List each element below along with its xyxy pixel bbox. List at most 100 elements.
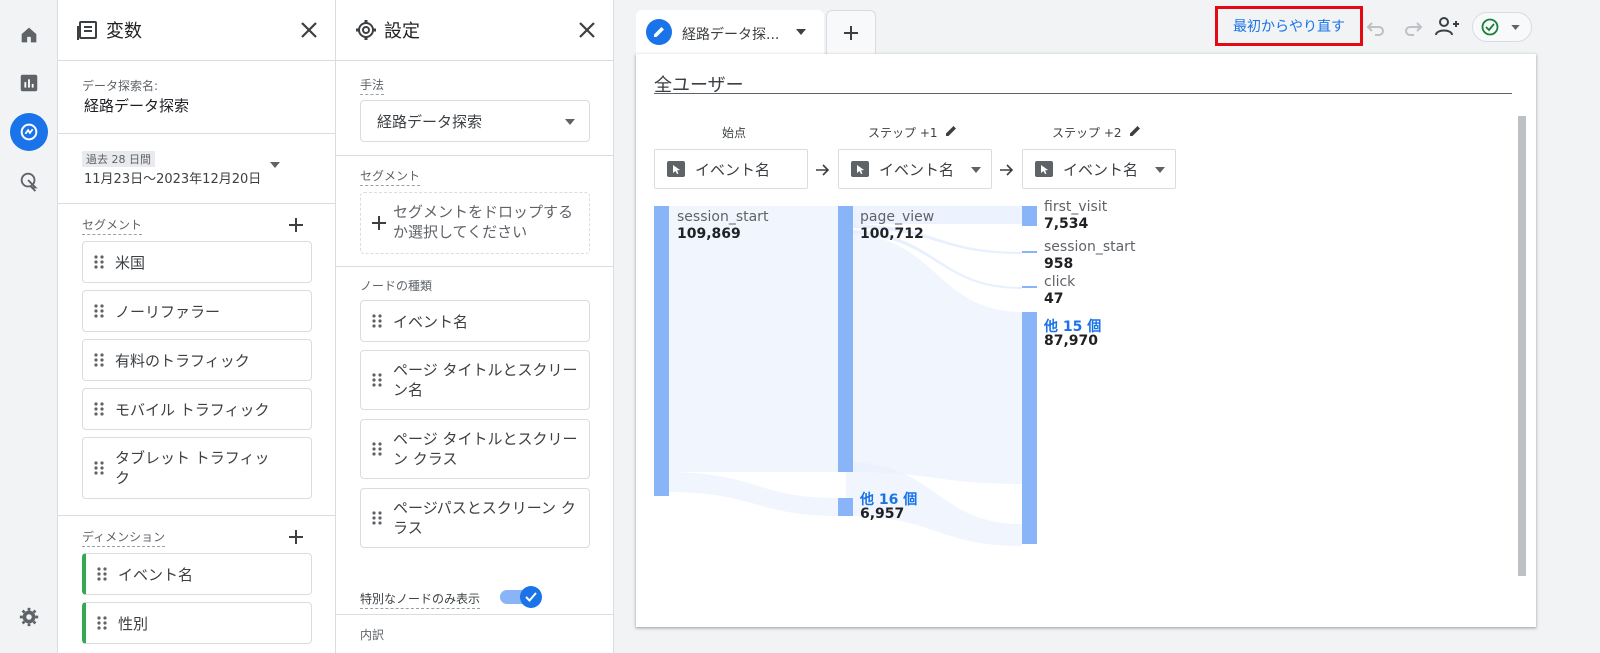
node-type-chip[interactable]: ページ タイトルとスクリーン クラス — [360, 419, 590, 479]
check-icon — [525, 592, 537, 602]
technique-label: 手法 — [360, 76, 385, 95]
node-value: 100,712 — [860, 226, 924, 242]
tab-exploration[interactable]: 経路データ探... — [636, 10, 824, 54]
node-bar-other-15[interactable] — [1022, 312, 1037, 544]
node-bar-session-start-2[interactable] — [1022, 251, 1037, 253]
segment-chip[interactable]: タブレット トラフィック — [82, 437, 312, 499]
unique-nodes-toggle[interactable] — [500, 586, 542, 608]
settings-title: 設定 — [384, 21, 420, 42]
plus-icon — [372, 216, 386, 230]
settings-panel: 設定 手法 経路データ探索 セグメント セグメントをドロップするか選択してくださ… — [336, 0, 614, 653]
flow-start-pageview — [666, 206, 838, 472]
drag-handle-icon[interactable] — [83, 401, 115, 417]
dimension-selector[interactable]: イベント名 — [1022, 149, 1176, 189]
node-name: session_start — [1044, 239, 1136, 255]
variables-title: 変数 — [106, 21, 142, 42]
date-badge: 過去 28 日間 — [82, 151, 155, 167]
dimension-label: イベント名 — [879, 160, 955, 179]
segment-drop-zone[interactable]: セグメントをドロップするか選択してください — [360, 192, 590, 254]
node-bar-click[interactable] — [1022, 286, 1037, 288]
home-icon[interactable] — [10, 16, 48, 54]
node-type-chip[interactable]: ページ タイトルとスクリーン名 — [360, 350, 590, 410]
chevron-down-icon — [1511, 25, 1520, 30]
dimension-selector[interactable]: イベント名 — [654, 149, 808, 189]
close-icon[interactable] — [297, 18, 321, 42]
node-type-label: ノードの種類 — [360, 279, 433, 293]
variables-icon — [77, 21, 97, 40]
node-bar-other-16[interactable] — [838, 498, 853, 516]
node-value: 7,534 — [1044, 216, 1089, 232]
pencil-icon — [646, 19, 672, 45]
reports-icon[interactable] — [10, 64, 48, 102]
drag-handle-icon[interactable] — [361, 372, 393, 388]
variables-header: 変数 — [58, 0, 335, 61]
node-type-chip[interactable]: ページパスとスクリーン クラス — [360, 488, 590, 548]
undo-icon[interactable] — [1366, 17, 1386, 37]
exploration-canvas: 経路データ探... 最初からやり直す 全ユーザー 始点 ステップ +1 ステップ — [636, 0, 1600, 653]
add-tab-button[interactable] — [826, 10, 876, 54]
node-type-label: イベント名 — [393, 312, 469, 331]
divider — [58, 203, 335, 204]
column-label: 始点 — [722, 126, 747, 140]
chevron-down-icon[interactable] — [796, 29, 806, 35]
node-type-chip[interactable]: イベント名 — [360, 300, 590, 342]
close-icon[interactable] — [575, 18, 599, 42]
node-value: 87,970 — [1044, 333, 1099, 349]
node-bar-first-visit[interactable] — [1022, 206, 1037, 226]
pencil-icon[interactable] — [944, 124, 958, 138]
node-bar-page-view[interactable] — [838, 206, 853, 472]
add-dimension-button[interactable] — [286, 527, 306, 547]
node-name: session_start — [677, 209, 769, 225]
advertising-icon[interactable] — [10, 162, 48, 200]
column-label: ステップ +2 — [1052, 126, 1122, 140]
drag-handle-icon[interactable] — [83, 303, 115, 319]
exploration-name[interactable]: 経路データ探索 — [84, 95, 189, 116]
drag-handle-icon[interactable] — [86, 615, 118, 631]
divider — [58, 515, 335, 516]
drag-handle-icon[interactable] — [361, 510, 393, 526]
dimension-label: イベント名 — [1063, 160, 1139, 179]
pencil-icon[interactable] — [1128, 124, 1142, 138]
dimension-chip[interactable]: イベント名 — [82, 553, 312, 595]
drag-handle-icon[interactable] — [83, 460, 115, 476]
cursor-icon — [1035, 161, 1053, 177]
redo-icon[interactable] — [1403, 17, 1423, 37]
scrollbar[interactable] — [1518, 116, 1526, 576]
drag-handle-icon[interactable] — [83, 254, 115, 270]
dimension-chip[interactable]: 性別 — [82, 602, 312, 644]
dimension-label: 性別 — [118, 614, 149, 633]
gear-icon — [356, 20, 376, 40]
flow-start-other — [666, 472, 838, 516]
drag-handle-icon[interactable] — [83, 352, 115, 368]
chevron-down-icon — [565, 119, 575, 125]
drag-handle-icon[interactable] — [361, 441, 393, 457]
exploration-name-label: データ探索名: — [82, 79, 159, 93]
restart-label: 最初からやり直す — [1233, 19, 1345, 35]
restart-button[interactable]: 最初からやり直す — [1215, 6, 1363, 46]
dimension-selector[interactable]: イベント名 — [838, 149, 992, 189]
node-type-label: ページ タイトルとスクリーン クラス — [393, 430, 578, 468]
segment-chip[interactable]: 米国 — [82, 241, 312, 283]
segment-label: 有料のトラフィック — [115, 351, 250, 370]
drag-handle-icon[interactable] — [86, 566, 118, 582]
node-bar-session-start[interactable] — [654, 206, 669, 496]
toggle-knob — [520, 586, 542, 608]
add-segment-button[interactable] — [286, 215, 306, 235]
segment-chip[interactable]: モバイル トラフィック — [82, 388, 312, 430]
explore-icon[interactable] — [10, 113, 48, 151]
cursor-icon — [667, 161, 685, 177]
divider — [336, 266, 613, 267]
gear-icon[interactable] — [10, 598, 48, 636]
arrow-right-icon — [816, 164, 830, 176]
drag-handle-icon[interactable] — [361, 313, 393, 329]
date-range-picker[interactable]: 過去 28 日間 11月23日〜2023年12月20日 — [82, 148, 312, 188]
node-value: 6,957 — [860, 506, 905, 522]
share-users-icon[interactable] — [1434, 15, 1462, 39]
arrow-right-icon — [1000, 164, 1014, 176]
segment-drop-text: セグメントをドロップするか選択してください — [393, 203, 574, 241]
segment-chip[interactable]: ノーリファラー — [82, 290, 312, 332]
segment-chip[interactable]: 有料のトラフィック — [82, 339, 312, 381]
column-label: ステップ +1 — [868, 126, 938, 140]
technique-select[interactable]: 経路データ探索 — [360, 100, 590, 142]
status-menu[interactable] — [1472, 12, 1532, 42]
